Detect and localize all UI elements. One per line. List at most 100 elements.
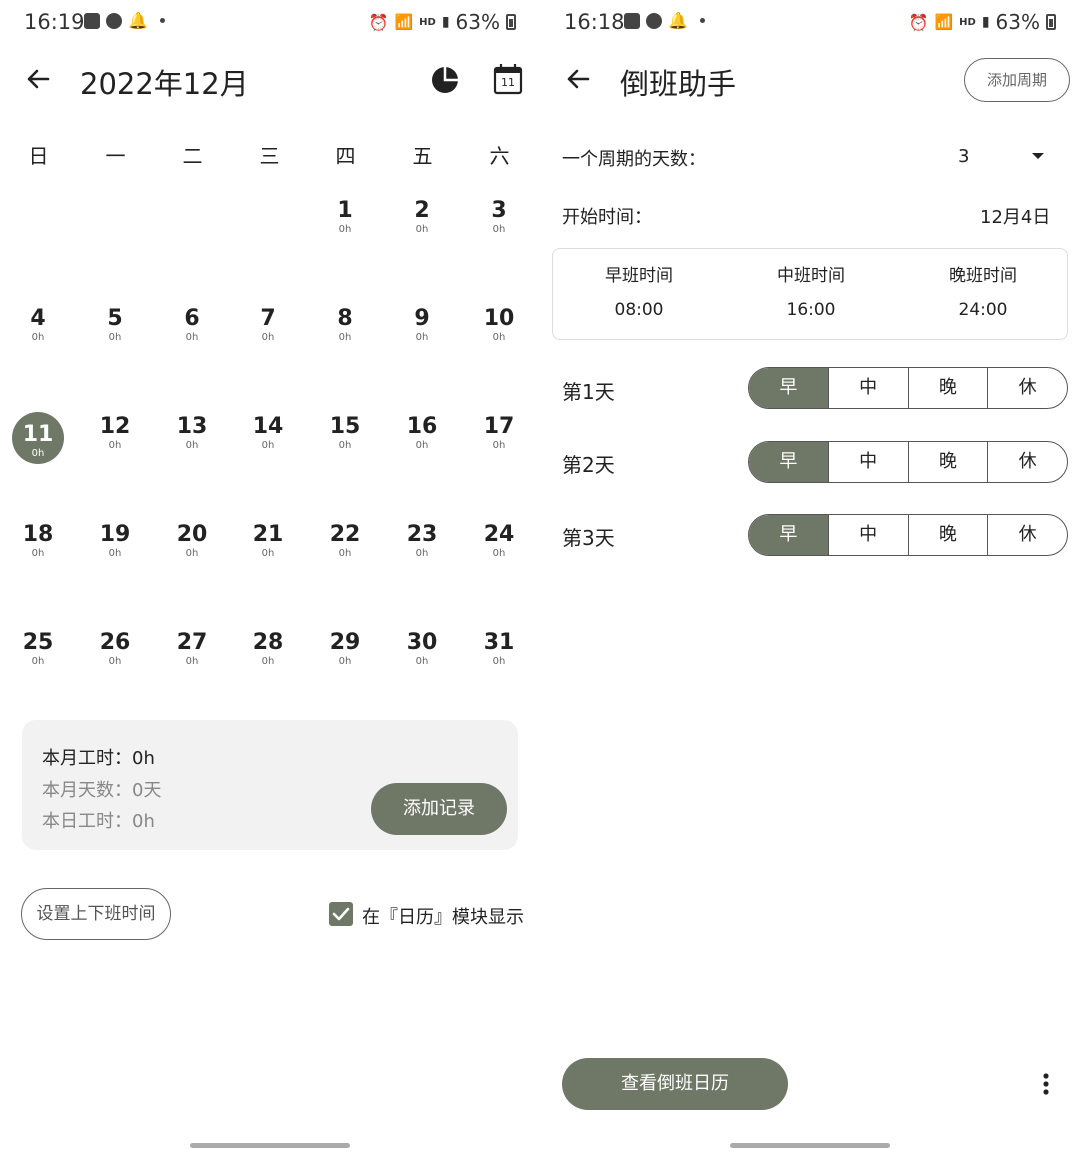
- day-hours: 0h: [415, 440, 429, 451]
- calendar-day[interactable]: 21 0h: [238, 522, 298, 560]
- calendar-day[interactable]: 24 0h: [469, 522, 529, 560]
- weekday-label: 日: [28, 144, 49, 168]
- dropdown-arrow-icon[interactable]: [1030, 150, 1046, 162]
- start-time-value[interactable]: 12月4日: [980, 203, 1050, 229]
- calendar-day[interactable]: 13 0h: [162, 414, 222, 452]
- day-number: 7: [260, 306, 276, 331]
- battery-percent: 63%: [995, 10, 1040, 34]
- show-in-calendar-checkbox[interactable]: [329, 902, 353, 926]
- calendar-day[interactable]: 7 0h: [238, 306, 298, 344]
- status-time: 16:19: [24, 10, 85, 34]
- calendar-day[interactable]: 29 0h: [315, 630, 375, 668]
- day-number: 20: [176, 522, 208, 547]
- day-hours: 0h: [492, 548, 506, 559]
- gesture-bar[interactable]: [730, 1143, 890, 1148]
- day-hours: 0h: [31, 332, 45, 343]
- set-work-time-button[interactable]: 设置上下班时间: [21, 888, 171, 940]
- back-arrow-icon[interactable]: [562, 63, 594, 95]
- system-icons: ⏰ 📶 HD ▮ 63%: [369, 10, 516, 34]
- calendar-day[interactable]: 27 0h: [162, 630, 222, 668]
- calendar-day[interactable]: 15 0h: [315, 414, 375, 452]
- shift-time: 24:00: [958, 300, 1008, 320]
- shift-assistant-screen: 16:18 🔔 ⏰ 📶 HD ▮ 63% 倒班助手 添加周期 一个周期的天数： …: [540, 0, 1080, 1156]
- day-row-label: 第3天: [562, 526, 615, 550]
- calendar-day[interactable]: 20 0h: [162, 522, 222, 560]
- view-shift-calendar-button[interactable]: 查看倒班日历: [562, 1058, 788, 1110]
- shift-option-morning[interactable]: 早: [749, 368, 828, 408]
- calendar-day[interactable]: 2 0h: [392, 198, 452, 236]
- system-icons: ⏰ 📶 HD ▮ 63%: [909, 10, 1056, 34]
- calendar-day[interactable]: 26 0h: [85, 630, 145, 668]
- app-header: 倒班助手 添加周期: [540, 55, 1080, 105]
- day-number: 5: [107, 306, 123, 331]
- day-number: 10: [483, 306, 515, 331]
- status-bar: 16:18 🔔 ⏰ 📶 HD ▮ 63%: [540, 8, 1080, 38]
- day-hours: 0h: [185, 332, 199, 343]
- calendar-day[interactable]: 6 0h: [162, 306, 222, 344]
- calendar-day[interactable]: 4 0h: [8, 306, 68, 344]
- middle-shift[interactable]: 中班时间 16:00: [725, 261, 897, 320]
- network-type: HD: [419, 16, 436, 28]
- shift-option-middle[interactable]: 中: [827, 442, 908, 482]
- alarm-icon: ⏰: [908, 12, 929, 32]
- calendar-day[interactable]: 10 0h: [469, 306, 529, 344]
- signal-icon: ▮: [441, 14, 450, 30]
- shift-option-rest[interactable]: 休: [987, 368, 1067, 408]
- day-hours: 0h: [185, 656, 199, 667]
- shift-option-morning[interactable]: 早: [749, 442, 828, 482]
- calendar-day[interactable]: 28 0h: [238, 630, 298, 668]
- calendar-day[interactable]: 14 0h: [238, 414, 298, 452]
- day-number: 18: [22, 522, 54, 547]
- calendar-day[interactable]: 30 0h: [392, 630, 452, 668]
- calendar-day[interactable]: 25 0h: [8, 630, 68, 668]
- calendar-day[interactable]: 22 0h: [315, 522, 375, 560]
- shift-option-morning[interactable]: 早: [749, 515, 828, 555]
- day-hours: 0h: [31, 548, 45, 559]
- calendar-day-selected[interactable]: 11 0h: [12, 412, 64, 464]
- day-number: 2: [414, 198, 430, 223]
- shift-option-middle[interactable]: 中: [827, 368, 908, 408]
- show-in-calendar-label[interactable]: 在『日历』模块显示: [362, 903, 524, 929]
- shift-times-card: 早班时间 08:00 中班时间 16:00 晚班时间 24:00: [552, 248, 1068, 340]
- back-arrow-icon[interactable]: [22, 63, 54, 95]
- day-row-label: 第2天: [562, 453, 615, 477]
- shift-name: 晚班时间: [949, 266, 1017, 286]
- cycle-days-value[interactable]: 3: [958, 146, 969, 167]
- shift-option-night[interactable]: 晚: [907, 515, 988, 555]
- wechat-icon: [646, 12, 662, 29]
- calendar-day[interactable]: 19 0h: [85, 522, 145, 560]
- add-cycle-button[interactable]: 添加周期: [964, 58, 1070, 102]
- calendar-day[interactable]: 5 0h: [85, 306, 145, 344]
- day-number: 29: [329, 630, 361, 655]
- shift-option-rest[interactable]: 休: [987, 442, 1067, 482]
- calendar-day[interactable]: 31 0h: [469, 630, 529, 668]
- calendar-day[interactable]: 17 0h: [469, 414, 529, 452]
- day-number: 9: [414, 306, 430, 331]
- day-number: 15: [329, 414, 361, 439]
- morning-shift[interactable]: 早班时间 08:00: [553, 261, 725, 320]
- start-time-label: 开始时间：: [562, 207, 652, 228]
- day-hours: 0h: [492, 440, 506, 451]
- calendar-day[interactable]: 18 0h: [8, 522, 68, 560]
- add-record-button[interactable]: 添加记录: [371, 783, 507, 835]
- calendar-day[interactable]: 16 0h: [392, 414, 452, 452]
- shift-selector-day-1: 早 中 晚 休: [748, 367, 1068, 409]
- day-hours: 0h: [338, 440, 352, 451]
- night-shift[interactable]: 晚班时间 24:00: [897, 261, 1069, 320]
- day-hours: 0h: [338, 548, 352, 559]
- shift-option-rest[interactable]: 休: [987, 515, 1067, 555]
- calendar-day[interactable]: 23 0h: [392, 522, 452, 560]
- calendar-day[interactable]: 9 0h: [392, 306, 452, 344]
- shift-option-night[interactable]: 晚: [907, 368, 988, 408]
- shift-option-night[interactable]: 晚: [907, 442, 988, 482]
- calendar-day[interactable]: 8 0h: [315, 306, 375, 344]
- pie-chart-icon[interactable]: [430, 65, 460, 95]
- calendar-day[interactable]: 1 0h: [315, 198, 375, 236]
- calendar-day[interactable]: 3 0h: [469, 198, 529, 236]
- check-icon: [332, 907, 350, 921]
- shift-option-middle[interactable]: 中: [827, 515, 908, 555]
- gesture-bar[interactable]: [190, 1143, 350, 1148]
- calendar-day[interactable]: 12 0h: [85, 414, 145, 452]
- more-vert-icon[interactable]: [1042, 1072, 1050, 1096]
- signal-icon: ▮: [981, 14, 990, 30]
